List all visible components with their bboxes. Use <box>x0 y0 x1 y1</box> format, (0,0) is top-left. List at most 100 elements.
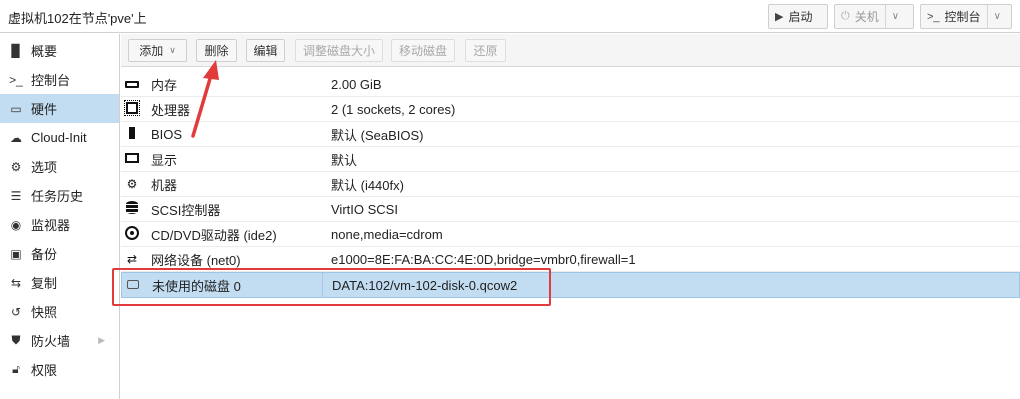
delete-label: 删除 <box>204 44 229 58</box>
window-title: 虚拟机102在节点'pve'上 <box>8 11 147 26</box>
title-bar: 虚拟机102在节点'pve'上 ▶ 启动 ⏻ 关机 ∨ >_ 控制台 ∨ <box>0 0 1020 33</box>
table-row[interactable]: BIOS 默认 (SeaBIOS) <box>121 122 1020 147</box>
row-key: 内存 <box>151 77 178 93</box>
eye-icon: ◉ <box>10 217 22 232</box>
delete-button[interactable]: 删除 <box>196 39 237 62</box>
row-value: 默认 (SeaBIOS) <box>331 127 424 143</box>
sidebar-item-monitor[interactable]: ◉ 监视器 <box>0 210 119 239</box>
console-button[interactable]: >_ 控制台 ∨ <box>920 4 1012 29</box>
sidebar-item-label: 任务历史 <box>31 189 84 204</box>
sidebar-item-cloud-init[interactable]: ☁ Cloud-Init <box>0 123 119 152</box>
chevron-right-icon[interactable]: ▶ <box>98 335 105 346</box>
sidebar-item-summary[interactable]: ▉ 概要 <box>0 36 119 65</box>
revert-label: 还原 <box>473 44 498 58</box>
database-icon <box>124 201 140 217</box>
shield-icon: ⛊ <box>11 333 21 347</box>
row-key: 机器 <box>151 177 178 193</box>
unlock-icon: 🔓︎ <box>12 362 20 376</box>
row-key: 未使用的磁盘 0 <box>152 278 241 294</box>
list-icon: ☰ <box>10 188 22 203</box>
table-row[interactable]: 处理器 2 (1 sockets, 2 cores) <box>121 97 1020 122</box>
start-button[interactable]: ▶ 启动 <box>768 4 828 29</box>
cloud-icon: ☁ <box>10 130 22 145</box>
row-key: CD/DVD驱动器 (ide2) <box>151 227 277 243</box>
chevron-down-icon[interactable]: ∨ <box>986 5 1001 28</box>
history-icon: ↺ <box>10 304 22 319</box>
play-icon: ▶ <box>775 11 784 23</box>
row-key: BIOS <box>151 126 183 142</box>
sidebar-item-firewall[interactable]: ⛊ 防火墙 ▶ <box>0 326 119 355</box>
sidebar-item-label: 监视器 <box>31 218 71 233</box>
cpu-icon <box>124 99 140 117</box>
sidebar-item-hardware[interactable]: ▭ 硬件 <box>0 94 119 123</box>
sidebar-item-label: 选项 <box>31 160 58 175</box>
table-row[interactable]: SCSI控制器 VirtIO SCSI <box>121 197 1020 222</box>
table-row-selected[interactable]: 未使用的磁盘 0 DATA:102/vm-102-disk-0.qcow2 <box>121 272 1020 298</box>
cdrom-icon <box>124 225 140 243</box>
move-disk-label: 移动磁盘 <box>398 44 447 58</box>
row-value: e1000=8E:FA:BA:CC:4E:0D,bridge=vmbr0,fir… <box>331 251 636 267</box>
table-row[interactable]: 内存 2.00 GiB <box>121 72 1020 97</box>
sidebar-item-label: 概要 <box>31 44 58 59</box>
row-key: 显示 <box>151 152 178 168</box>
start-label: 启动 <box>788 10 813 24</box>
table-row[interactable]: CD/DVD驱动器 (ide2) none,media=cdrom <box>121 222 1020 247</box>
resize-disk-label: 调整磁盘大小 <box>302 44 375 58</box>
sidebar-item-task-history[interactable]: ☰ 任务历史 <box>0 181 119 210</box>
chevron-down-icon: ∨ <box>169 45 176 55</box>
row-value: 默认 <box>331 152 358 168</box>
sidebar-item-label: 快照 <box>31 305 58 320</box>
display-icon <box>124 152 140 166</box>
chevron-down-icon[interactable]: ∨ <box>884 5 899 28</box>
monitor-icon: ▭ <box>10 101 22 116</box>
revert-button[interactable]: 还原 <box>465 39 506 62</box>
sidebar-item-label: 权限 <box>31 363 58 378</box>
row-value: 默认 (i440fx) <box>331 177 404 193</box>
add-label: 添加 <box>139 44 164 58</box>
terminal-icon: >_ <box>927 10 940 23</box>
cogs-icon: ⚙ <box>126 177 138 191</box>
table-row[interactable]: 显示 默认 <box>121 147 1020 172</box>
add-button[interactable]: 添加 ∨ <box>128 39 187 62</box>
sidebar-item-label: 控制台 <box>31 73 71 88</box>
sidebar: ▉ 概要 >_ 控制台 ▭ 硬件 ☁ Cloud-Init ⚙ 选项 ☰ 任务历… <box>0 34 120 399</box>
memory-icon <box>124 77 140 91</box>
book-icon: ▉ <box>11 43 21 58</box>
retweet-icon: ⇆ <box>10 275 22 290</box>
table-row[interactable]: ⇄ 网络设备 (net0) e1000=8E:FA:BA:CC:4E:0D,br… <box>121 247 1020 272</box>
sidebar-item-options[interactable]: ⚙ 选项 <box>0 152 119 181</box>
row-value: VirtIO SCSI <box>331 201 398 217</box>
row-key: SCSI控制器 <box>151 202 221 218</box>
console-label: 控制台 <box>944 10 981 24</box>
edit-label: 编辑 <box>253 44 278 58</box>
sidebar-item-label: 防火墙 <box>31 334 71 349</box>
power-icon: ⏻ <box>841 10 850 22</box>
row-value: 2.00 GiB <box>331 76 382 92</box>
sidebar-item-label: 硬件 <box>31 102 58 117</box>
bios-icon <box>124 126 140 142</box>
sidebar-item-label: Cloud-Init <box>31 130 87 145</box>
sidebar-item-console[interactable]: >_ 控制台 <box>0 65 119 94</box>
row-value: none,media=cdrom <box>331 226 443 242</box>
sidebar-item-backup[interactable]: ▣ 备份 <box>0 239 119 268</box>
resize-disk-button[interactable]: 调整磁盘大小 <box>295 39 383 62</box>
hdd-icon <box>125 278 141 292</box>
terminal-icon: >_ <box>9 72 23 87</box>
shutdown-label: 关机 <box>854 10 879 24</box>
sidebar-item-snapshots[interactable]: ↺ 快照 <box>0 297 119 326</box>
row-value: 2 (1 sockets, 2 cores) <box>331 101 456 117</box>
gear-icon: ⚙ <box>10 159 22 174</box>
move-disk-button[interactable]: 移动磁盘 <box>391 39 455 62</box>
sidebar-item-permissions[interactable]: 🔓︎ 权限 <box>0 355 119 384</box>
sidebar-item-label: 复制 <box>31 276 58 291</box>
edit-button[interactable]: 编辑 <box>246 39 285 62</box>
sidebar-item-label: 备份 <box>31 247 58 262</box>
shutdown-button[interactable]: ⏻ 关机 ∨ <box>834 4 914 29</box>
sidebar-item-replication[interactable]: ⇆ 复制 <box>0 268 119 297</box>
table-row[interactable]: ⚙ 机器 默认 (i440fx) <box>121 172 1020 197</box>
hardware-toolbar: 添加 ∨ 删除 编辑 调整磁盘大小 移动磁盘 还原 <box>121 34 1020 67</box>
column-divider <box>322 273 323 297</box>
exchange-icon: ⇄ <box>126 252 138 266</box>
row-key: 处理器 <box>151 102 191 118</box>
row-value: DATA:102/vm-102-disk-0.qcow2 <box>332 277 518 293</box>
